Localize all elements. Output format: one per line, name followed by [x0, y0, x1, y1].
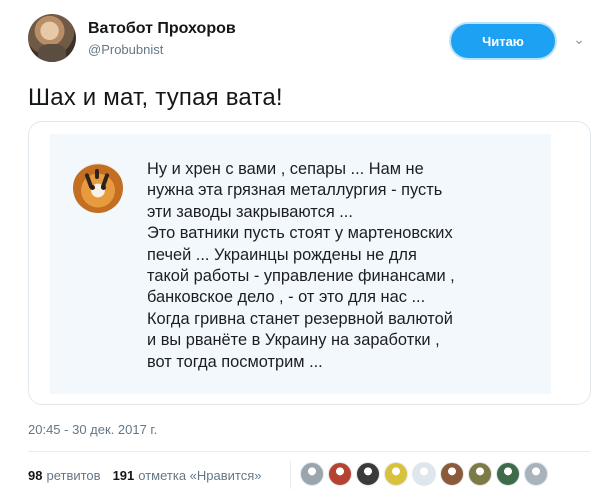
avatar-gray-icon[interactable]: [300, 462, 324, 486]
quote-line: банковское дело , - от это для нас ...: [147, 288, 426, 307]
avatar-light-icon[interactable]: [412, 462, 436, 486]
retweets-count: 98: [28, 468, 43, 483]
quote-line: эти заводы закрываются ...: [147, 202, 353, 221]
retweets-stat[interactable]: 98 ретвитов: [28, 468, 101, 483]
tweet-media[interactable]: Ну и хрен с вами , сепары ... Нам не нуж…: [28, 121, 591, 405]
quote-line: и вы рванёте в Украину на заработки ,: [147, 331, 440, 350]
avatar-green-icon[interactable]: [496, 462, 520, 486]
quote-text: Ну и хрен с вами , сепары ... Нам не нуж…: [147, 159, 547, 373]
likers-avatars: [300, 462, 552, 486]
divider: [290, 461, 291, 489]
avatar-yellow-icon[interactable]: [384, 462, 408, 486]
tiger-avatar-icon: [73, 163, 123, 213]
avatar-dark-icon[interactable]: [356, 462, 380, 486]
quote-line: вот тогда посмотрим ...: [147, 352, 323, 371]
divider: [28, 451, 590, 452]
quote-line: Ну и хрен с вами , сепары ... Нам не: [147, 160, 424, 178]
retweets-label: ретвитов: [46, 468, 101, 483]
avatar-gray2-icon[interactable]: [524, 462, 548, 486]
quoted-screenshot: Ну и хрен с вами , сепары ... Нам не нуж…: [50, 134, 551, 394]
tweet-timestamp[interactable]: 20:45 - 30 дек. 2017 г.: [28, 422, 157, 437]
likes-label: отметка «Нравится»: [138, 468, 262, 483]
tweet-card: Ватобот Прохоров @Probubnist Читаю ⌄ Шах…: [0, 0, 610, 502]
avatar-red-icon[interactable]: [328, 462, 352, 486]
chevron-down-icon[interactable]: ⌄: [570, 30, 588, 48]
avatar-olive-icon[interactable]: [468, 462, 492, 486]
likes-count: 191: [112, 468, 135, 483]
quote-line: такой работы - управление финансами ,: [147, 267, 455, 286]
quote-line: печей ... Украинцы рождены не для: [147, 245, 417, 264]
author-name[interactable]: Ватобот Прохоров: [88, 20, 236, 38]
quote-line: нужна эта грязная металлургия - пусть: [147, 181, 443, 200]
avatar-brown-icon[interactable]: [440, 462, 464, 486]
quote-line: Когда гривна станет резервной валютой: [147, 309, 453, 328]
tweet-text: Шах и мат, тупая вата!: [28, 84, 283, 111]
following-button[interactable]: Читаю: [451, 24, 555, 58]
tweet-stats: 98 ретвитов 191 отметка «Нравится»: [28, 468, 274, 483]
quote-line: Это ватники пусть стоят у мартеновских: [147, 224, 453, 243]
author-avatar[interactable]: [28, 14, 76, 62]
likes-stat[interactable]: 191 отметка «Нравится»: [113, 468, 262, 483]
author-handle[interactable]: @Probubnist: [88, 42, 163, 57]
